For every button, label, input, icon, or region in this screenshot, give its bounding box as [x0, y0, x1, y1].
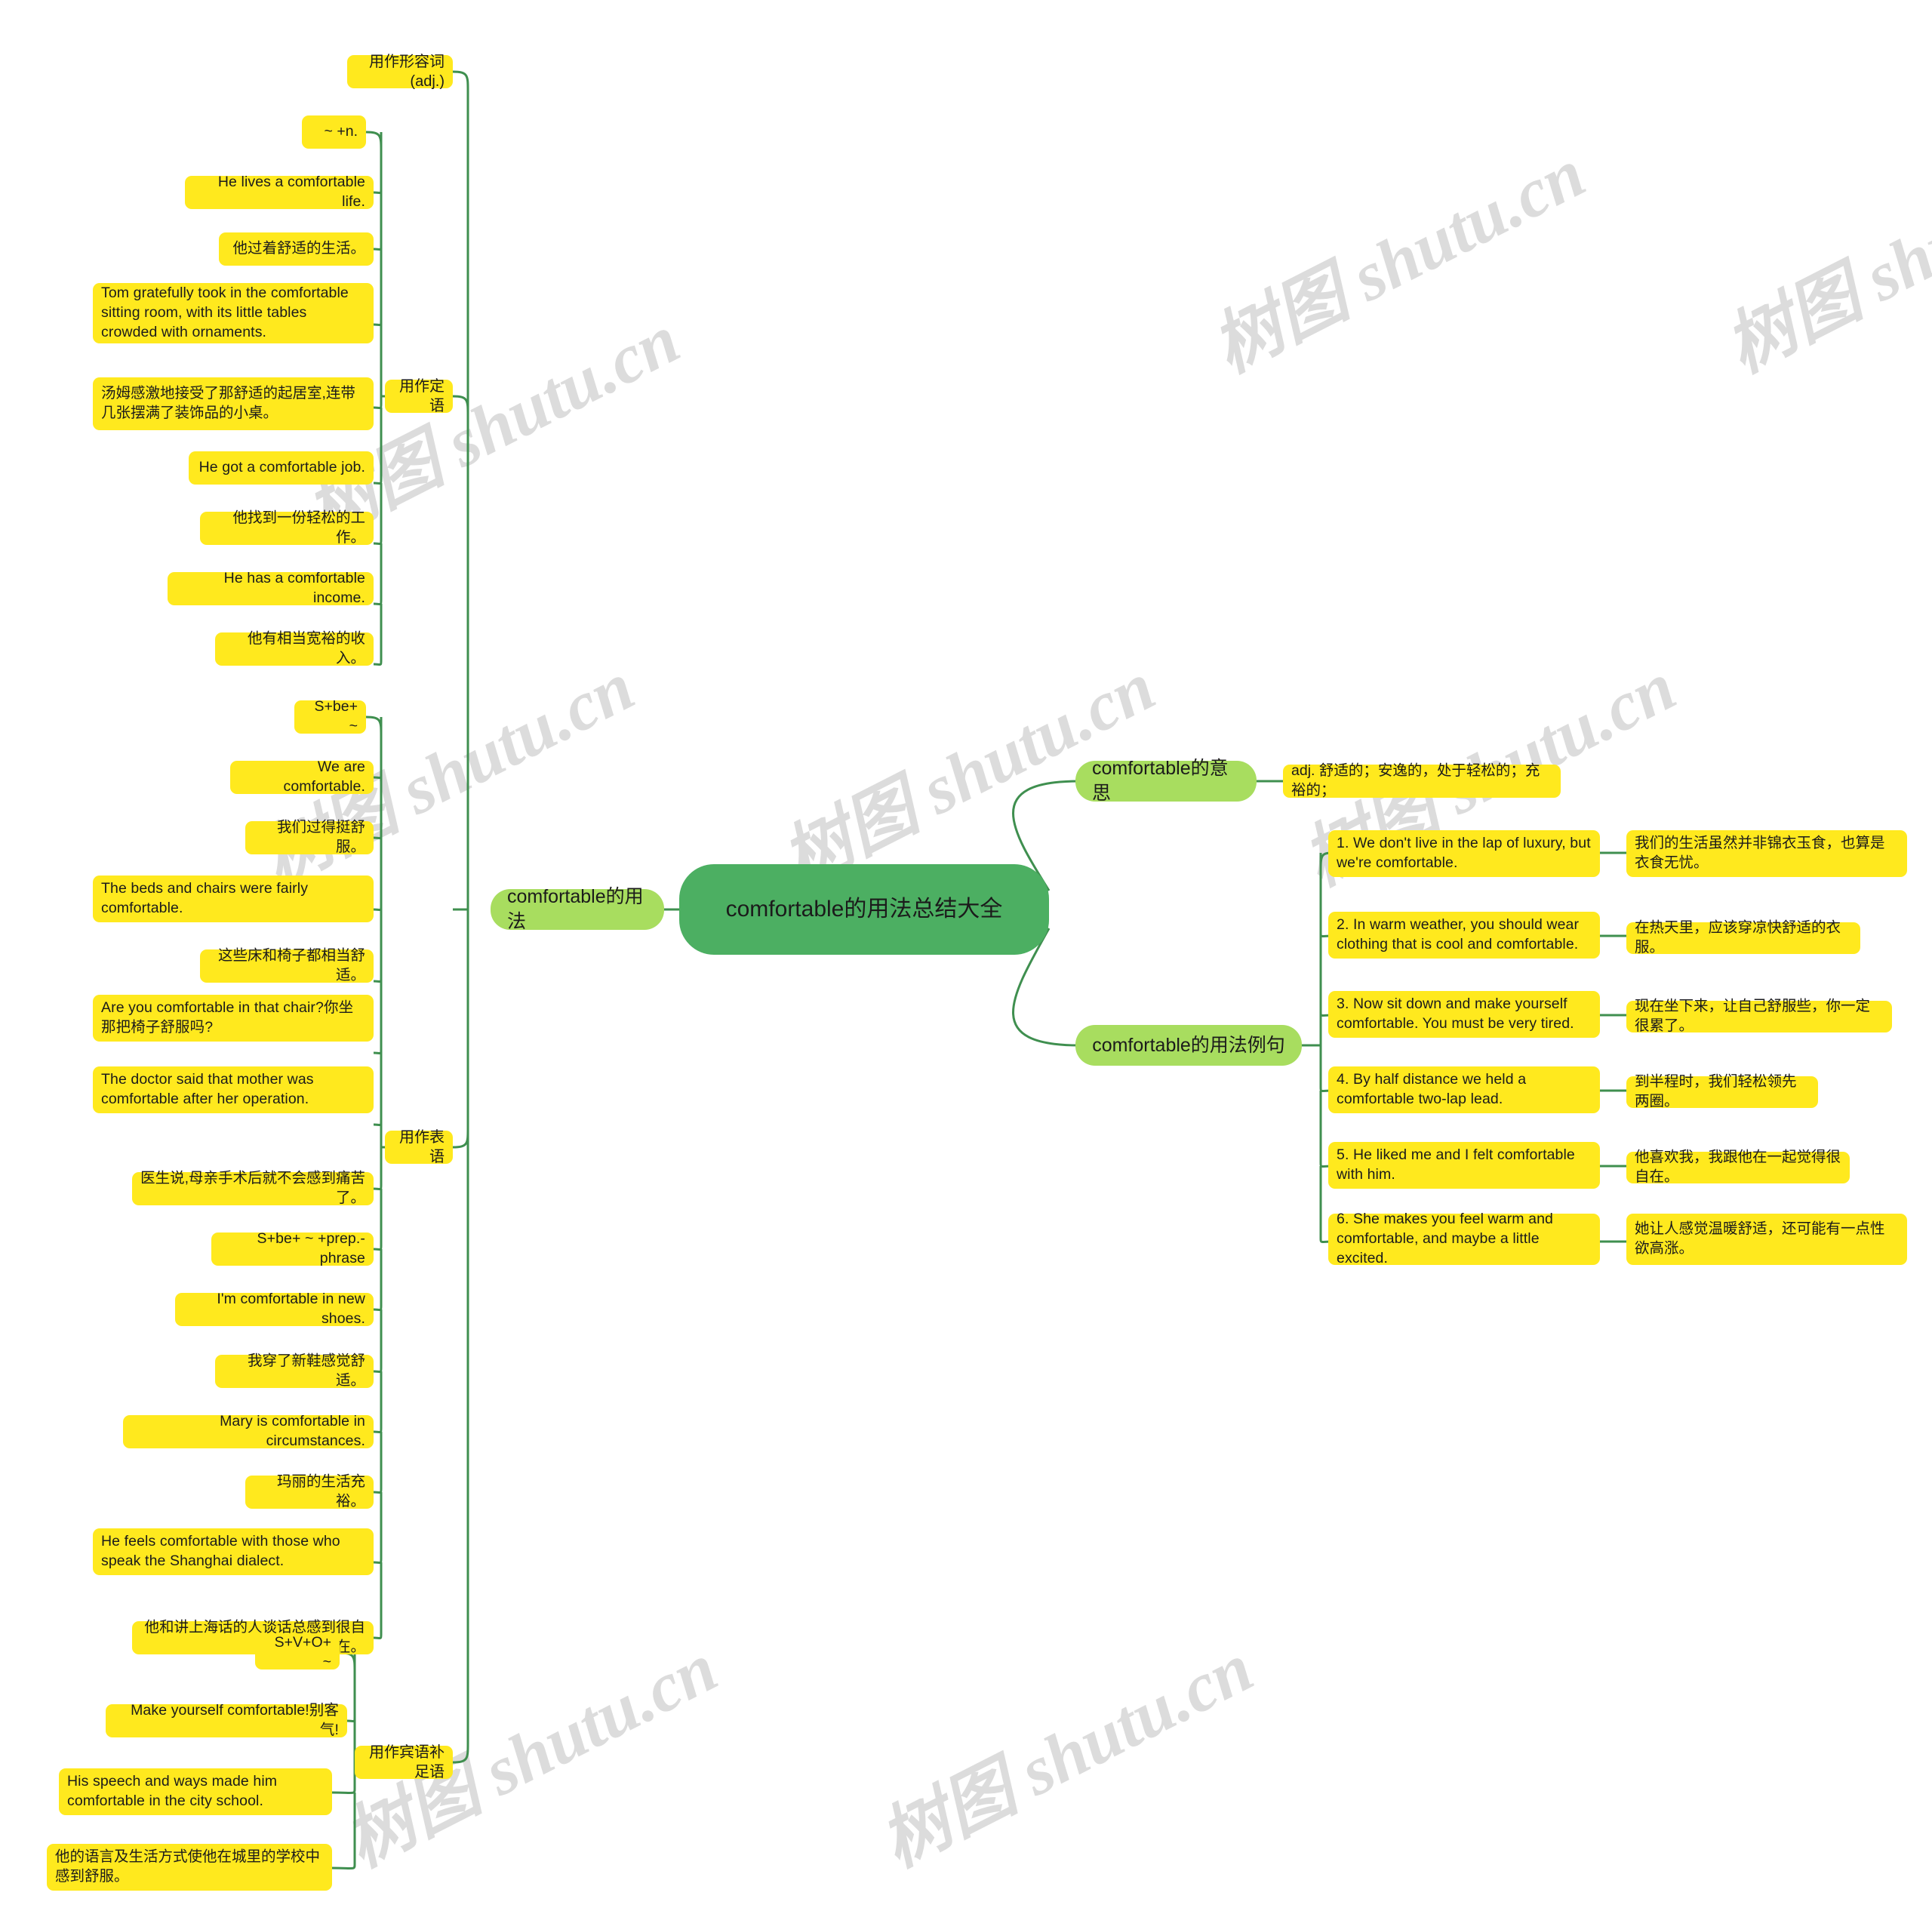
usage-leaf[interactable]: S+V+O+ ~	[255, 1634, 340, 1670]
usage-leaf[interactable]: Tom gratefully took in the comfortable s…	[93, 283, 374, 343]
usage-leaf[interactable]: 他的语言及生活方式使他在城里的学校中感到舒服。	[47, 1844, 332, 1891]
usage-leaf[interactable]: He lives a comfortable life.	[185, 174, 374, 210]
usage-leaf[interactable]: 医生说,母亲手术后就不会感到痛苦了。	[132, 1170, 374, 1206]
usage-leaf[interactable]: S+be+ ~	[294, 698, 366, 734]
usage-leaf[interactable]: He feels comfortable with those who spea…	[93, 1528, 374, 1575]
branch-node-meaning[interactable]: comfortable的意思	[1075, 758, 1257, 804]
usage-group-label-predicative[interactable]: 用作表语	[385, 1129, 453, 1165]
usage-leaf[interactable]: 玛丽的生活充裕。	[245, 1473, 374, 1509]
branch-node-examples[interactable]: comfortable的用法例句	[1075, 1025, 1302, 1066]
usage-leaf[interactable]: I'm comfortable in new shoes.	[175, 1291, 374, 1327]
usage-leaf[interactable]: 这些床和椅子都相当舒适。	[200, 947, 374, 983]
meaning-value[interactable]: adj. 舒适的；安逸的，处于轻松的；充裕的；	[1283, 762, 1561, 799]
usage-leaf[interactable]: Make yourself comfortable!别客气!	[106, 1702, 347, 1738]
example-sentence-en[interactable]: 6. She makes you feel warm and comfortab…	[1328, 1211, 1600, 1266]
example-sentence-en[interactable]: 5. He liked me and I felt comfortable wi…	[1328, 1142, 1600, 1189]
usage-group-label-object-complement[interactable]: 用作宾语补足语	[355, 1744, 453, 1780]
usage-group-label-adj[interactable]: 用作形容词(adj.)	[347, 54, 453, 90]
watermark: 树图 shutu.cn	[1200, 134, 1597, 387]
example-sentence-en[interactable]: 4. By half distance we held a comfortabl…	[1328, 1066, 1600, 1113]
example-sentence-zh[interactable]: 到半程时，我们轻松领先两圈。	[1626, 1073, 1818, 1109]
usage-leaf[interactable]: ~ +n.	[302, 115, 366, 149]
usage-group-label-attributive[interactable]: 用作定语	[385, 378, 453, 414]
example-sentence-zh[interactable]: 他喜欢我，我跟他在一起觉得很自在。	[1626, 1149, 1850, 1185]
usage-leaf[interactable]: 我穿了新鞋感觉舒适。	[215, 1353, 374, 1389]
usage-leaf[interactable]: S+be+ ~ +prep.-phrase	[211, 1230, 374, 1266]
usage-leaf[interactable]: The beds and chairs were fairly comforta…	[93, 876, 374, 922]
watermark: 树图 shutu.cn	[1713, 134, 1932, 387]
root-node[interactable]: comfortable的用法总结大全	[679, 864, 1049, 955]
usage-leaf[interactable]: Are you comfortable in that chair?你坐那把椅子…	[93, 995, 374, 1042]
example-sentence-en[interactable]: 2. In warm weather, you should wear clot…	[1328, 912, 1600, 959]
branch-node-usage[interactable]: comfortable的用法	[491, 886, 664, 932]
usage-leaf[interactable]: His speech and ways made him comfortable…	[59, 1768, 332, 1815]
watermark: 树图 shutu.cn	[868, 1628, 1265, 1882]
example-sentence-en[interactable]: 3. Now sit down and make yourself comfor…	[1328, 991, 1600, 1038]
usage-leaf[interactable]: 汤姆感激地接受了那舒适的起居室,连带几张摆满了装饰品的小桌。	[93, 377, 374, 430]
usage-leaf[interactable]: 他找到一份轻松的工作。	[200, 509, 374, 546]
usage-leaf[interactable]: The doctor said that mother was comforta…	[93, 1066, 374, 1113]
mindmap-canvas: 树图 shutu.cn 树图 shutu.cn 树图 shutu.cn 树图 s…	[0, 0, 1932, 1908]
usage-leaf[interactable]: 我们过得挺舒服。	[245, 819, 374, 855]
usage-leaf[interactable]: Mary is comfortable in circumstances.	[123, 1413, 374, 1449]
usage-leaf[interactable]: 他有相当宽裕的收入。	[215, 630, 374, 666]
example-sentence-zh[interactable]: 她让人感觉温暖舒适，还可能有一点性欲高涨。	[1626, 1214, 1907, 1265]
usage-leaf[interactable]: 他过着舒适的生活。	[219, 232, 374, 266]
example-sentence-zh[interactable]: 我们的生活虽然并非锦衣玉食，也算是衣食无忧。	[1626, 830, 1907, 877]
example-sentence-zh[interactable]: 在热天里，应该穿凉快舒适的衣服。	[1626, 919, 1860, 956]
example-sentence-zh[interactable]: 现在坐下来，让自己舒服些，你一定很累了。	[1626, 998, 1892, 1034]
usage-leaf[interactable]: He got a comfortable job.	[189, 451, 374, 485]
usage-leaf[interactable]: We are comfortable.	[230, 759, 374, 795]
example-sentence-en[interactable]: 1. We don't live in the lap of luxury, b…	[1328, 830, 1600, 877]
usage-leaf[interactable]: He has a comfortable income.	[168, 570, 374, 606]
